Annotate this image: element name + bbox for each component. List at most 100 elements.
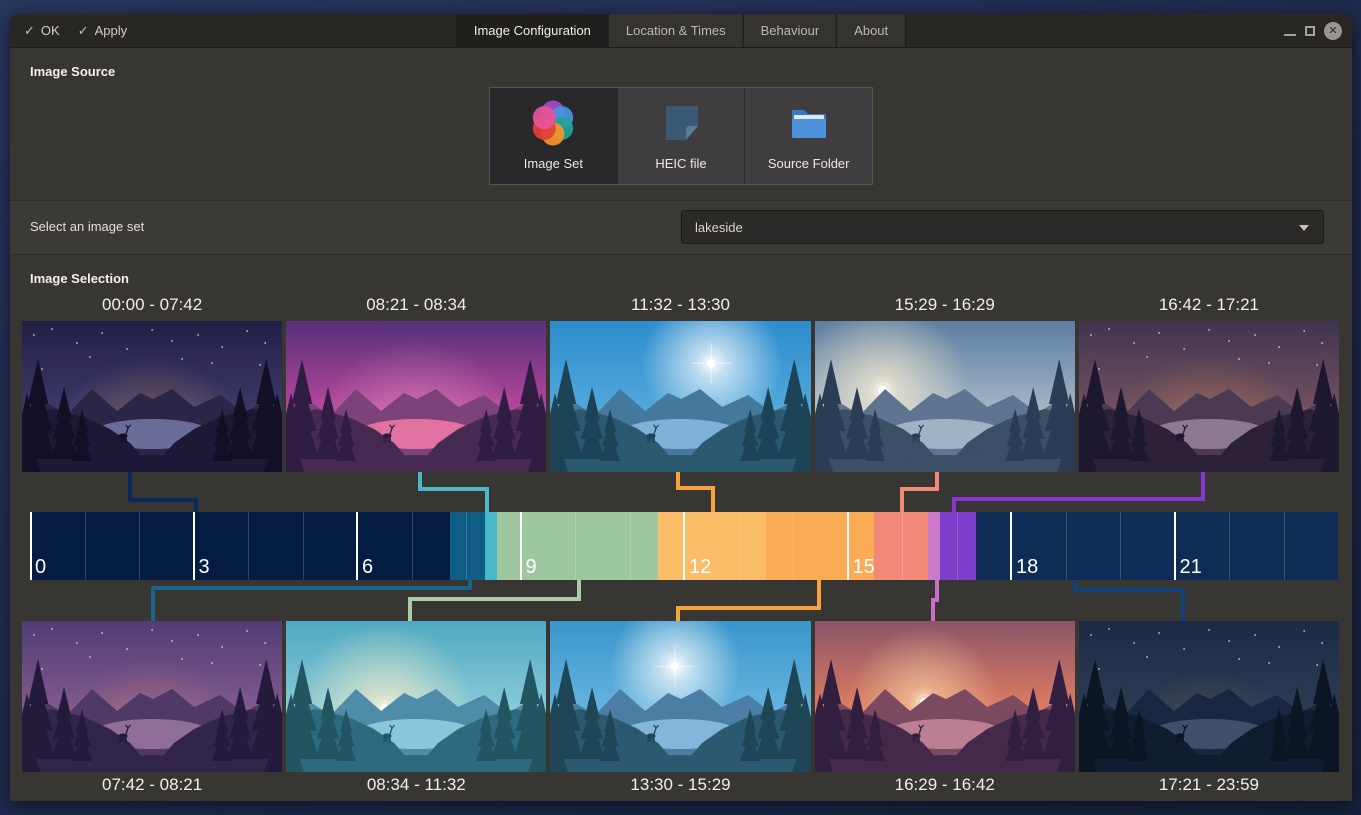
lakeside-scene [1079, 621, 1339, 772]
wallpaper-thumbnail-08-34-11-32[interactable] [286, 621, 546, 772]
timeline-segment-00-00-07-42[interactable] [30, 512, 450, 580]
hour-tick-label: 12 [689, 556, 711, 579]
hour-gridline [957, 512, 958, 580]
segment-connector-line [130, 470, 196, 514]
source-button-label: Image Set [524, 156, 583, 171]
timeline-segment-16-29-16-42[interactable] [928, 512, 940, 580]
hour-gridline [739, 512, 740, 580]
hour-tick-label: 3 [199, 556, 210, 579]
hour-gridline [1229, 512, 1230, 580]
hour-tick [520, 512, 522, 580]
hour-gridline [139, 512, 140, 580]
maximize-icon[interactable] [1305, 26, 1315, 36]
wallpaper-thumbnail-11-32-13-30[interactable] [550, 321, 810, 472]
lakeside-scene [815, 321, 1075, 472]
time-range-label: 15:29 - 16:29 [815, 295, 1075, 315]
hour-tick [356, 512, 358, 580]
hour-gridline [1284, 512, 1285, 580]
hour-gridline [303, 512, 304, 580]
hour-tick-label: 18 [1016, 556, 1038, 579]
time-range-label: 17:21 - 23:59 [1079, 775, 1339, 795]
window-controls: ✕ [1284, 14, 1342, 47]
tab-behaviour[interactable]: Behaviour [743, 14, 837, 47]
image-set-dropdown-value: lakeside [695, 220, 743, 235]
hour-tick [30, 512, 32, 580]
hour-gridline [902, 512, 903, 580]
hour-gridline [466, 512, 467, 580]
timeline-segment-16-42-17-21[interactable] [940, 512, 975, 580]
wallpaper-thumbnail-08-21-08-34[interactable] [286, 321, 546, 472]
timeline-segment-07-42-08-21[interactable] [450, 512, 485, 580]
source-folder-button[interactable]: Source Folder [744, 88, 872, 184]
heic-file-icon [657, 99, 705, 147]
hour-tick-label: 15 [853, 556, 875, 579]
check-icon: ✓ [24, 23, 35, 39]
hour-gridline [1120, 512, 1121, 580]
image-set-dropdown[interactable]: lakeside [681, 210, 1324, 244]
app-window: ✓ OK ✓ Apply Image ConfigurationLocation… [10, 14, 1352, 801]
hour-tick-label: 6 [362, 556, 373, 579]
tab-location-times[interactable]: Location & Times [608, 14, 743, 47]
hour-gridline [793, 512, 794, 580]
time-range-label: 16:29 - 16:42 [815, 775, 1075, 795]
time-range-label: 07:42 - 08:21 [22, 775, 282, 795]
source-folder-icon [785, 99, 833, 147]
bottom-thumbnail-row [22, 621, 1339, 772]
apply-button-label: Apply [95, 23, 128, 38]
segment-connector-line [153, 578, 470, 623]
timeline-segment-08-21-08-34[interactable] [485, 512, 497, 580]
wallpaper-thumbnail-13-30-15-29[interactable] [550, 621, 810, 772]
ok-button-label: OK [41, 23, 60, 38]
hour-gridline [85, 512, 86, 580]
lakeside-scene [22, 621, 282, 772]
hour-tick [683, 512, 685, 580]
apply-button[interactable]: ✓ Apply [78, 23, 127, 39]
image-set-select-row: Select an image set lakeside [10, 200, 1352, 255]
hour-tick-label: 21 [1180, 556, 1202, 579]
select-image-set-label: Select an image set [30, 219, 144, 234]
lakeside-scene [1079, 321, 1339, 472]
hour-gridline [1066, 512, 1067, 580]
hour-gridline [248, 512, 249, 580]
time-range-label: 08:21 - 08:34 [286, 295, 546, 315]
desktop: ✓ OK ✓ Apply Image ConfigurationLocation… [0, 0, 1361, 815]
hour-tick [193, 512, 195, 580]
tab-about[interactable]: About [836, 14, 906, 47]
close-icon[interactable]: ✕ [1324, 22, 1342, 40]
lakeside-scene [22, 321, 282, 472]
hour-tick [1174, 512, 1176, 580]
timeline-segment-15-29-16-29[interactable] [874, 512, 929, 580]
image-set-button[interactable]: Image Set [490, 88, 617, 184]
wallpaper-thumbnail-16-42-17-21[interactable] [1079, 321, 1339, 472]
segment-connector-line [954, 470, 1203, 514]
time-range-label: 08:34 - 11:32 [286, 775, 546, 795]
ok-button[interactable]: ✓ OK [24, 23, 60, 39]
segment-connector-line [410, 578, 579, 623]
wallpaper-thumbnail-16-29-16-42[interactable] [815, 621, 1075, 772]
minimize-icon[interactable] [1284, 34, 1296, 36]
wallpaper-thumbnail-17-21-23-59[interactable] [1079, 621, 1339, 772]
segment-connector-line [678, 470, 713, 514]
image-source-header: Image Source [30, 64, 115, 79]
wallpaper-thumbnail-07-42-08-21[interactable] [22, 621, 282, 772]
time-range-label: 11:32 - 13:30 [550, 295, 810, 315]
wallpaper-thumbnail-00-00-07-42[interactable] [22, 321, 282, 472]
image-selection-header: Image Selection [30, 271, 129, 286]
timeline-bar[interactable]: 036912151821 [30, 512, 1338, 580]
timeline-segment-11-32-13-30[interactable] [658, 512, 765, 580]
tab-image-configuration[interactable]: Image Configuration [456, 14, 608, 47]
wallpaper-thumbnail-15-29-16-29[interactable] [815, 321, 1075, 472]
segment-connector-line [933, 578, 937, 623]
heic-file-button[interactable]: HEIC file [617, 88, 745, 184]
hour-gridline [630, 512, 631, 580]
hour-gridline [412, 512, 413, 580]
lakeside-scene [550, 621, 810, 772]
lakeside-scene [815, 621, 1075, 772]
time-range-label: 13:30 - 15:29 [550, 775, 810, 795]
segment-connector-line [678, 578, 819, 623]
titlebar: ✓ OK ✓ Apply Image ConfigurationLocation… [10, 14, 1352, 48]
bottom-time-label-row: 07:42 - 08:2108:34 - 11:3213:30 - 15:291… [22, 775, 1339, 795]
source-button-label: HEIC file [655, 156, 706, 171]
hour-tick [847, 512, 849, 580]
check-icon: ✓ [78, 23, 89, 39]
